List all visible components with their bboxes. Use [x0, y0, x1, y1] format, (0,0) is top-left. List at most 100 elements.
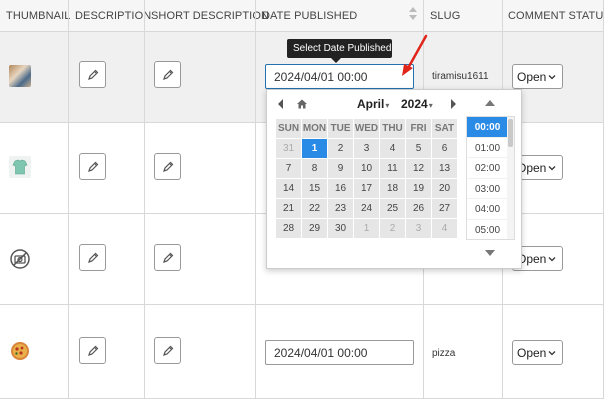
header-slug[interactable]: SLUG [430, 10, 460, 22]
slug-text: tiramisu1611 [432, 71, 489, 82]
header-date-published[interactable]: DATE PUBLISHED [262, 10, 357, 22]
calendar-day[interactable]: 13 [431, 158, 458, 179]
calendar-day[interactable]: 24 [353, 198, 380, 219]
time-option[interactable]: 05:00 [467, 220, 508, 240]
edit-short-description-button[interactable] [154, 337, 181, 364]
time-option[interactable]: 03:00 [467, 179, 508, 199]
calendar-day[interactable]: 26 [405, 198, 432, 219]
pencil-icon [163, 161, 174, 172]
weekday-header: FRI [405, 118, 432, 139]
calendar-day[interactable]: 10 [353, 158, 380, 179]
no-image-icon[interactable] [9, 248, 31, 270]
pizza-thumbnail[interactable] [9, 340, 31, 362]
calendar-day[interactable]: 25 [379, 198, 406, 219]
time-scrollbar[interactable] [507, 117, 514, 239]
edit-short-description-button[interactable] [154, 244, 181, 271]
weekday-header: WED [353, 118, 380, 139]
tshirt-icon [12, 159, 28, 175]
calendar-day[interactable]: 8 [301, 158, 328, 179]
sort-icon[interactable] [409, 7, 417, 21]
calendar-day[interactable]: 22 [301, 198, 328, 219]
calendar-grid: SUN MON TUE WED THU FRI SAT 31 1 2 3 4 5… [275, 118, 458, 239]
calendar-day[interactable]: 31 [275, 138, 302, 159]
calendar-day[interactable]: 4 [379, 138, 406, 159]
weekday-header: TUE [327, 118, 354, 139]
weekday-header: SAT [431, 118, 458, 139]
calendar-day[interactable]: 3 [353, 138, 380, 159]
chevron-down-icon [548, 351, 556, 356]
comment-status-select[interactable]: Open [512, 340, 563, 365]
calendar-day[interactable]: 3 [405, 218, 432, 239]
calendar-day[interactable]: 2 [327, 138, 354, 159]
pencil-icon [88, 345, 99, 356]
calendar-day[interactable]: 29 [301, 218, 328, 239]
calendar-day[interactable]: 27 [431, 198, 458, 219]
time-option-selected[interactable]: 00:00 [467, 117, 508, 138]
date-published-input[interactable]: 2024/04/01 00:00 [265, 340, 414, 365]
calendar-day[interactable]: 2 [379, 218, 406, 239]
table-header: THUMBNAIL DESCRIPTION SHORT DESCRIPTION … [0, 0, 604, 31]
pencil-icon [88, 252, 99, 263]
tshirt-thumbnail[interactable] [9, 156, 31, 178]
pencil-icon [163, 345, 174, 356]
calendar-day[interactable]: 1 [353, 218, 380, 239]
calendar-day[interactable]: 28 [275, 218, 302, 239]
calendar-day-selected[interactable]: 1 [301, 138, 328, 159]
chevron-down-icon [548, 257, 556, 262]
calendar-day[interactable]: 20 [431, 178, 458, 199]
pencil-icon [163, 252, 174, 263]
time-scroll-down-icon[interactable] [485, 250, 495, 256]
time-option[interactable]: 02:00 [467, 158, 508, 179]
edit-short-description-button[interactable] [154, 153, 181, 180]
slug-text: pizza [432, 348, 456, 359]
calendar-day[interactable]: 17 [353, 178, 380, 199]
calendar-day[interactable]: 5 [405, 138, 432, 159]
chevron-down-icon [548, 75, 556, 80]
time-scroll-up-icon[interactable] [485, 100, 495, 106]
edit-description-button[interactable] [79, 153, 106, 180]
year-select[interactable]: 2024▾ [401, 97, 433, 111]
comment-status-value: Open [517, 70, 547, 84]
edit-description-button[interactable] [79, 61, 106, 88]
calendar-day[interactable]: 23 [327, 198, 354, 219]
month-select[interactable]: April▾ [357, 97, 389, 111]
calendar-day[interactable]: 12 [405, 158, 432, 179]
calendar-day[interactable]: 7 [275, 158, 302, 179]
calendar-day[interactable]: 4 [431, 218, 458, 239]
next-month-icon[interactable] [449, 98, 457, 110]
calendar-day[interactable]: 19 [405, 178, 432, 199]
header-comment-status[interactable]: COMMENT STATUS [508, 10, 604, 22]
calendar-day[interactable]: 18 [379, 178, 406, 199]
calendar-day[interactable]: 21 [275, 198, 302, 219]
header-description[interactable]: DESCRIPTION [75, 10, 151, 22]
header-short-description[interactable]: SHORT DESCRIPTION [151, 10, 269, 22]
prev-month-icon[interactable] [277, 98, 285, 110]
date-picker-popup: April▾ 2024▾ SUN MON TUE WED THU FRI SAT… [266, 89, 522, 269]
edit-short-description-button[interactable] [154, 61, 181, 88]
month-label: April [357, 97, 385, 111]
time-option[interactable]: 01:00 [467, 138, 508, 158]
edit-description-button[interactable] [79, 337, 106, 364]
pencil-icon [88, 161, 99, 172]
pencil-icon [88, 69, 99, 80]
calendar-day[interactable]: 11 [379, 158, 406, 179]
time-list[interactable]: 00:00 01:00 02:00 03:00 04:00 05:00 [466, 116, 515, 240]
edit-description-button[interactable] [79, 244, 106, 271]
comment-status-select[interactable]: Open [512, 64, 563, 89]
calendar-day[interactable]: 15 [301, 178, 328, 199]
comment-status-value: Open [517, 346, 547, 360]
calendar-day[interactable]: 16 [327, 178, 354, 199]
date-tooltip: Select Date Published [287, 39, 392, 63]
calendar-day[interactable]: 30 [327, 218, 354, 239]
calendar-day[interactable]: 14 [275, 178, 302, 199]
date-published-input[interactable]: 2024/04/01 00:00 [265, 64, 414, 89]
header-thumbnail[interactable]: THUMBNAIL [6, 10, 70, 22]
weekday-header: SUN [275, 118, 302, 139]
year-label: 2024 [401, 97, 428, 111]
weekday-header: MON [301, 118, 328, 139]
home-icon[interactable] [296, 98, 308, 110]
calendar-day[interactable]: 9 [327, 158, 354, 179]
calendar-day[interactable]: 6 [431, 138, 458, 159]
time-option[interactable]: 04:00 [467, 199, 508, 220]
dessert-thumbnail[interactable] [9, 65, 31, 87]
